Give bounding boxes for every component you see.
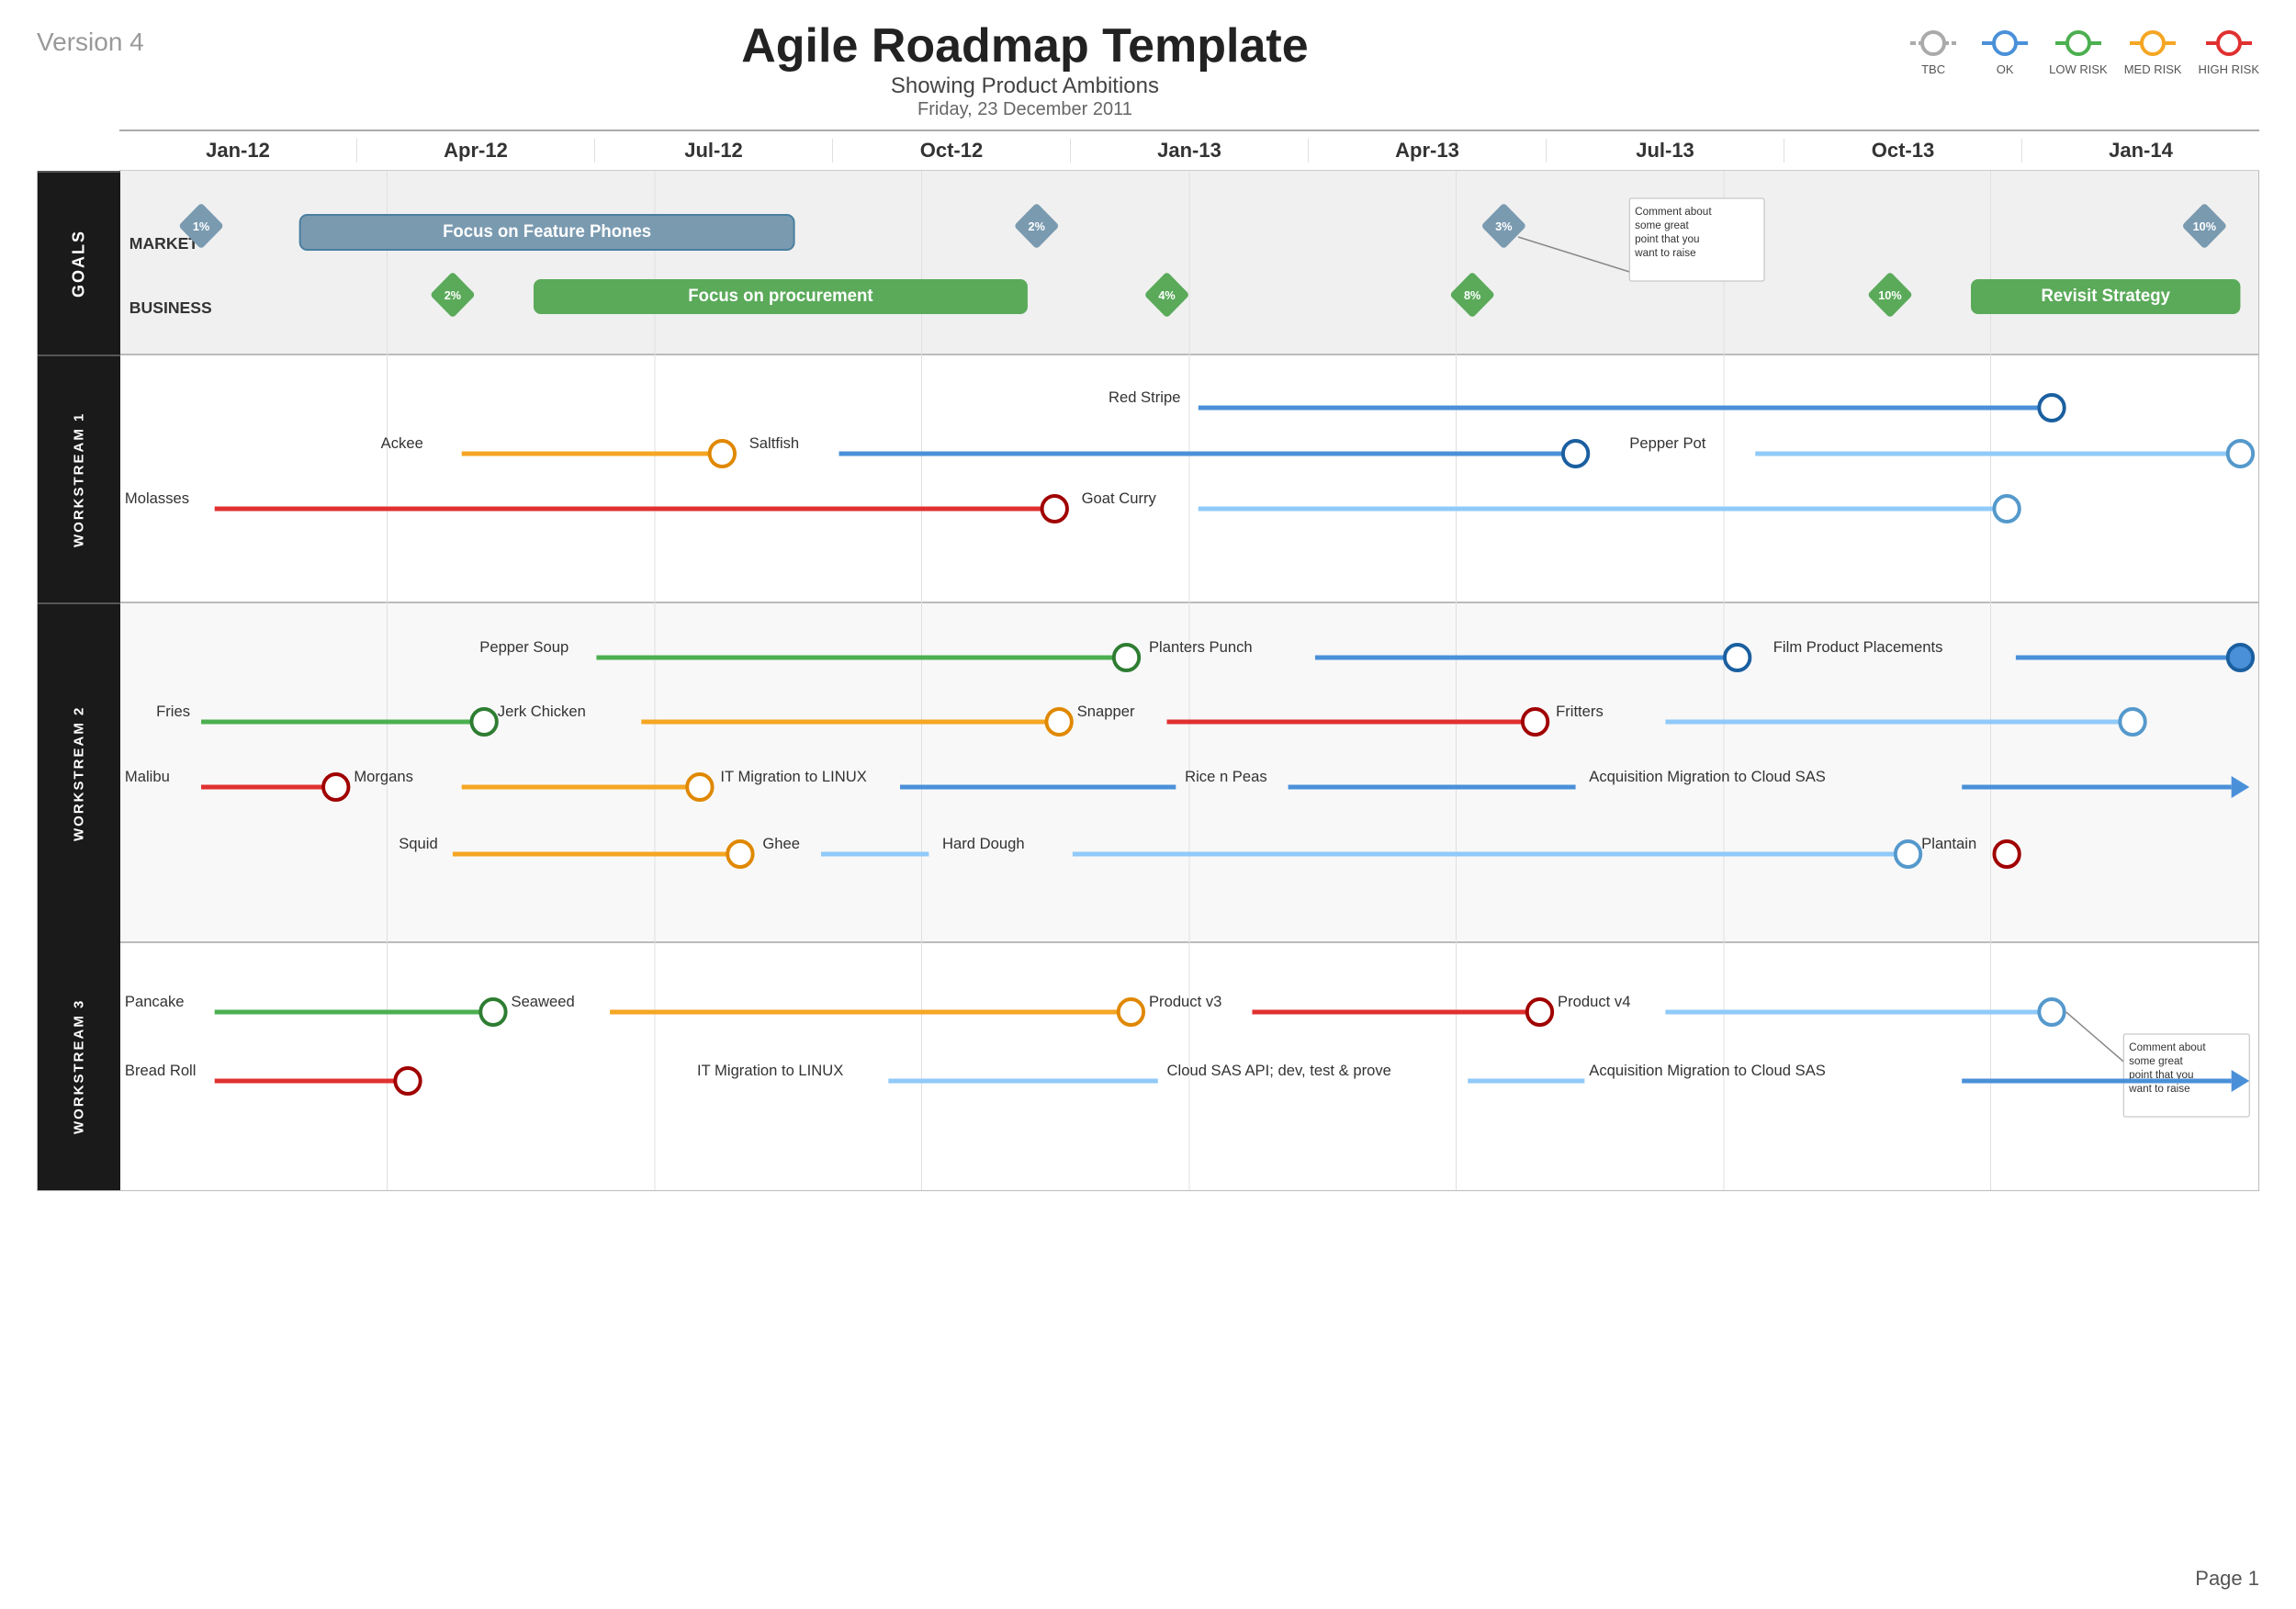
legend: TBC OK LOW RISK (1906, 28, 2259, 76)
tbc-icon (1906, 28, 1961, 59)
legend-high-risk: HIGH RISK (2199, 28, 2259, 76)
svg-text:IT Migration to LINUX: IT Migration to LINUX (697, 1062, 843, 1079)
timeline-col-jan14: Jan-14 (2022, 139, 2259, 163)
svg-text:Snapper: Snapper (1077, 703, 1135, 720)
svg-text:Bread Roll: Bread Roll (125, 1062, 197, 1079)
date-label: Friday, 23 December 2011 (144, 99, 1906, 120)
ok-label: OK (1997, 62, 2014, 76)
ws3-label: WORKSTREAM 3 (38, 942, 120, 1190)
ws1-label: WORKSTREAM 1 (38, 354, 120, 602)
low-risk-icon (2051, 28, 2106, 59)
page-number: Page 1 (2195, 1567, 2259, 1591)
svg-text:Rice n Peas: Rice n Peas (1185, 768, 1267, 785)
svg-text:Pancake: Pancake (125, 993, 185, 1010)
svg-text:2%: 2% (445, 288, 462, 302)
svg-text:Pepper Pot: Pepper Pot (1629, 434, 1705, 452)
svg-text:Plantain: Plantain (1921, 835, 1976, 852)
svg-text:Cloud SAS API; dev, test & pro: Cloud SAS API; dev, test & prove (1167, 1062, 1391, 1079)
svg-text:2%: 2% (1029, 219, 1046, 233)
ws2-label: WORKSTREAM 2 (38, 602, 120, 942)
timeline-col-oct13: Oct-13 (1784, 139, 2022, 163)
svg-text:Pepper Soup: Pepper Soup (479, 638, 568, 656)
svg-text:Hard Dough: Hard Dough (942, 835, 1025, 852)
svg-text:1%: 1% (193, 219, 210, 233)
svg-text:Focus on Feature Phones: Focus on Feature Phones (443, 221, 651, 241)
high-risk-label: HIGH RISK (2199, 62, 2259, 76)
svg-text:Comment about: Comment about (2129, 1041, 2206, 1053)
svg-text:Goat Curry: Goat Curry (1082, 489, 1157, 507)
svg-text:MARKET: MARKET (129, 234, 198, 253)
svg-text:Product v4: Product v4 (1558, 993, 1630, 1010)
svg-text:Squid: Squid (399, 835, 437, 852)
main-title: Agile Roadmap Template (144, 18, 1906, 73)
svg-text:Acquisition Migration to Cloud: Acquisition Migration to Cloud SAS (1589, 768, 1826, 785)
svg-text:Acquisition Migration to Cloud: Acquisition Migration to Cloud SAS (1589, 1062, 1826, 1079)
svg-text:Revisit Strategy: Revisit Strategy (2042, 286, 2171, 305)
legend-ok: OK (1977, 28, 2032, 76)
svg-text:Seaweed: Seaweed (511, 993, 574, 1010)
subtitle: Showing Product Ambitions (144, 73, 1906, 99)
svg-text:Film Product Placements: Film Product Placements (1773, 638, 1943, 656)
header: Version 4 Agile Roadmap Template Showing… (37, 18, 2259, 120)
svg-text:Molasses: Molasses (125, 489, 189, 507)
svg-text:Focus on procurement: Focus on procurement (688, 286, 873, 305)
svg-text:10%: 10% (2193, 219, 2217, 233)
svg-text:Morgans: Morgans (354, 768, 413, 785)
svg-text:want to raise: want to raise (2128, 1082, 2190, 1095)
svg-text:Ackee: Ackee (381, 434, 423, 452)
page: Version 4 Agile Roadmap Template Showing… (0, 0, 2296, 1609)
goals-label: GOALS (38, 171, 120, 354)
svg-text:Fries: Fries (156, 703, 190, 720)
svg-text:3%: 3% (1495, 219, 1513, 233)
svg-text:10%: 10% (1878, 288, 1902, 302)
svg-text:Comment about: Comment about (1635, 205, 1712, 218)
svg-text:Product v3: Product v3 (1149, 993, 1221, 1010)
timeline-col-jul12: Jul-12 (595, 139, 833, 163)
svg-text:point that you: point that you (1635, 232, 1699, 245)
tbc-label: TBC (1921, 62, 1945, 76)
title-block: Agile Roadmap Template Showing Product A… (144, 18, 1906, 120)
svg-text:BUSINESS: BUSINESS (129, 298, 212, 317)
svg-text:some great: some great (1635, 219, 1689, 231)
timeline-col-apr12: Apr-12 (357, 139, 595, 163)
legend-low-risk: LOW RISK (2049, 28, 2108, 76)
chart-area: .gl { stroke:#e0e0e0; stroke-width:1; } … (120, 171, 2258, 1190)
timeline-header: Jan-12 Apr-12 Jul-12 Oct-12 Jan-13 Apr-1… (119, 129, 2259, 171)
svg-text:Malibu: Malibu (125, 768, 170, 785)
timeline-col-jan12: Jan-12 (119, 139, 357, 163)
med-risk-icon (2125, 28, 2180, 59)
low-risk-label: LOW RISK (2049, 62, 2108, 76)
svg-text:Red Stripe: Red Stripe (1109, 388, 1180, 406)
main-content: GOALS WORKSTREAM 1 WORKSTREAM 2 WORKSTRE… (37, 171, 2259, 1191)
svg-text:4%: 4% (1158, 288, 1176, 302)
timeline-col-apr13: Apr-13 (1309, 139, 1547, 163)
timeline-col-oct12: Oct-12 (833, 139, 1071, 163)
svg-text:some great: some great (2129, 1054, 2183, 1067)
ok-icon (1977, 28, 2032, 59)
svg-text:want to raise: want to raise (1634, 246, 1696, 259)
svg-text:Ghee: Ghee (762, 835, 800, 852)
timeline-col-jan13: Jan-13 (1071, 139, 1309, 163)
legend-med-risk: MED RISK (2124, 28, 2182, 76)
svg-text:Fritters: Fritters (1556, 703, 1604, 720)
chart-svg: .gl { stroke:#e0e0e0; stroke-width:1; } … (120, 171, 2258, 1190)
section-labels: GOALS WORKSTREAM 1 WORKSTREAM 2 WORKSTRE… (38, 171, 120, 1190)
svg-text:IT Migration to LINUX: IT Migration to LINUX (720, 768, 866, 785)
svg-text:Planters Punch: Planters Punch (1149, 638, 1253, 656)
svg-text:Saltfish: Saltfish (749, 434, 799, 452)
high-risk-icon (2201, 28, 2257, 59)
legend-tbc: TBC (1906, 28, 1961, 76)
version-label: Version 4 (37, 28, 144, 57)
svg-text:8%: 8% (1464, 288, 1481, 302)
timeline-col-jul13: Jul-13 (1547, 139, 1784, 163)
med-risk-label: MED RISK (2124, 62, 2182, 76)
svg-text:Jerk Chicken: Jerk Chicken (498, 703, 586, 720)
